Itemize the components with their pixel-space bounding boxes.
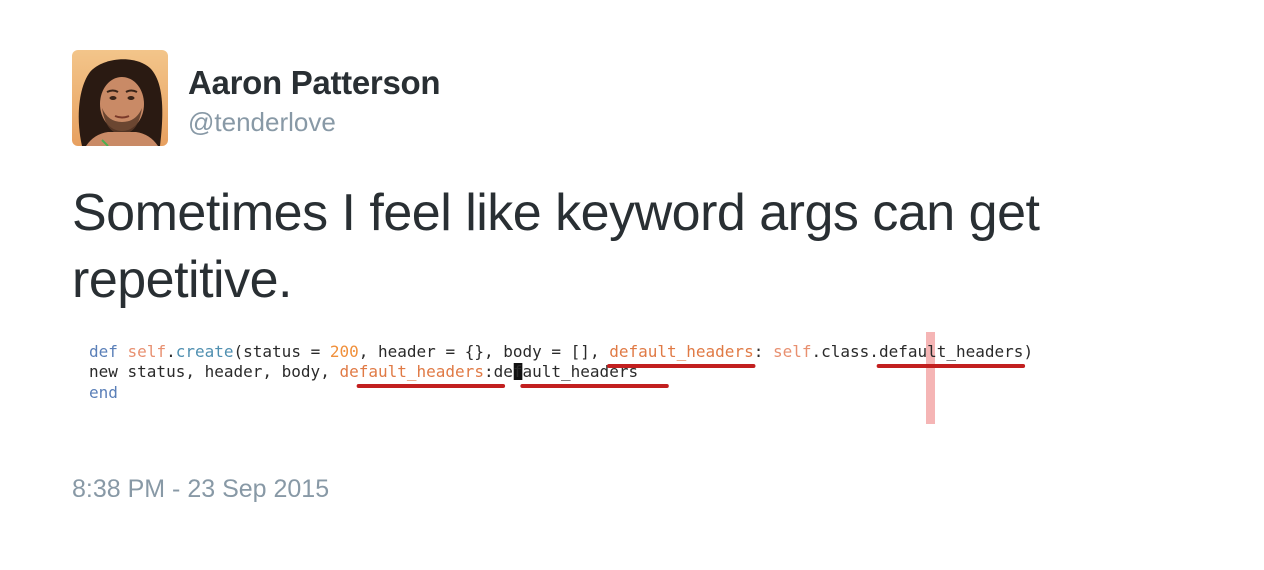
code-line: end [89, 383, 118, 402]
code-screenshot: def self.create(status = 200, header = {… [89, 332, 1033, 424]
author-handle[interactable]: @tenderlove [188, 107, 336, 138]
red-underline [520, 384, 669, 388]
avatar[interactable] [72, 50, 168, 146]
code-token: 200 [330, 342, 359, 361]
code-token: new status, header, body, [89, 362, 339, 381]
code-token: def [89, 342, 118, 361]
tweet-card: Aaron Patterson @tenderlove Sometimes I … [0, 0, 1264, 570]
code-token: . [166, 342, 176, 361]
code-token: : [754, 342, 773, 361]
code-token: ) [1023, 342, 1033, 361]
avatar-image [72, 50, 168, 146]
code-line: new status, header, body, default_header… [89, 362, 638, 381]
code-token: self [128, 342, 167, 361]
tweet-timestamp[interactable]: 8:38 PM - 23 Sep 2015 [72, 475, 329, 504]
red-underline [876, 364, 1026, 368]
code-token: end [89, 383, 118, 402]
code-token: default_headers [609, 342, 754, 361]
code-token: .class. [812, 342, 879, 361]
red-underline [356, 384, 506, 388]
author-name[interactable]: Aaron Patterson [188, 64, 441, 102]
code-line: def self.create(status = 200, header = {… [89, 342, 1033, 361]
code-screenshot-image[interactable]: def self.create(status = 200, header = {… [72, 330, 1192, 425]
code-token: create [176, 342, 234, 361]
code-token: (status = [234, 342, 330, 361]
code-token: , header = {}, body = [], [359, 342, 609, 361]
code-token: self [773, 342, 812, 361]
code-token: : [484, 362, 494, 381]
code-token: default_headers [339, 362, 484, 381]
red-underline [607, 364, 756, 368]
tweet-text: Sometimes I feel like keyword args can g… [72, 184, 1040, 309]
code-token: default_headers [879, 342, 1024, 361]
code-token [118, 342, 128, 361]
